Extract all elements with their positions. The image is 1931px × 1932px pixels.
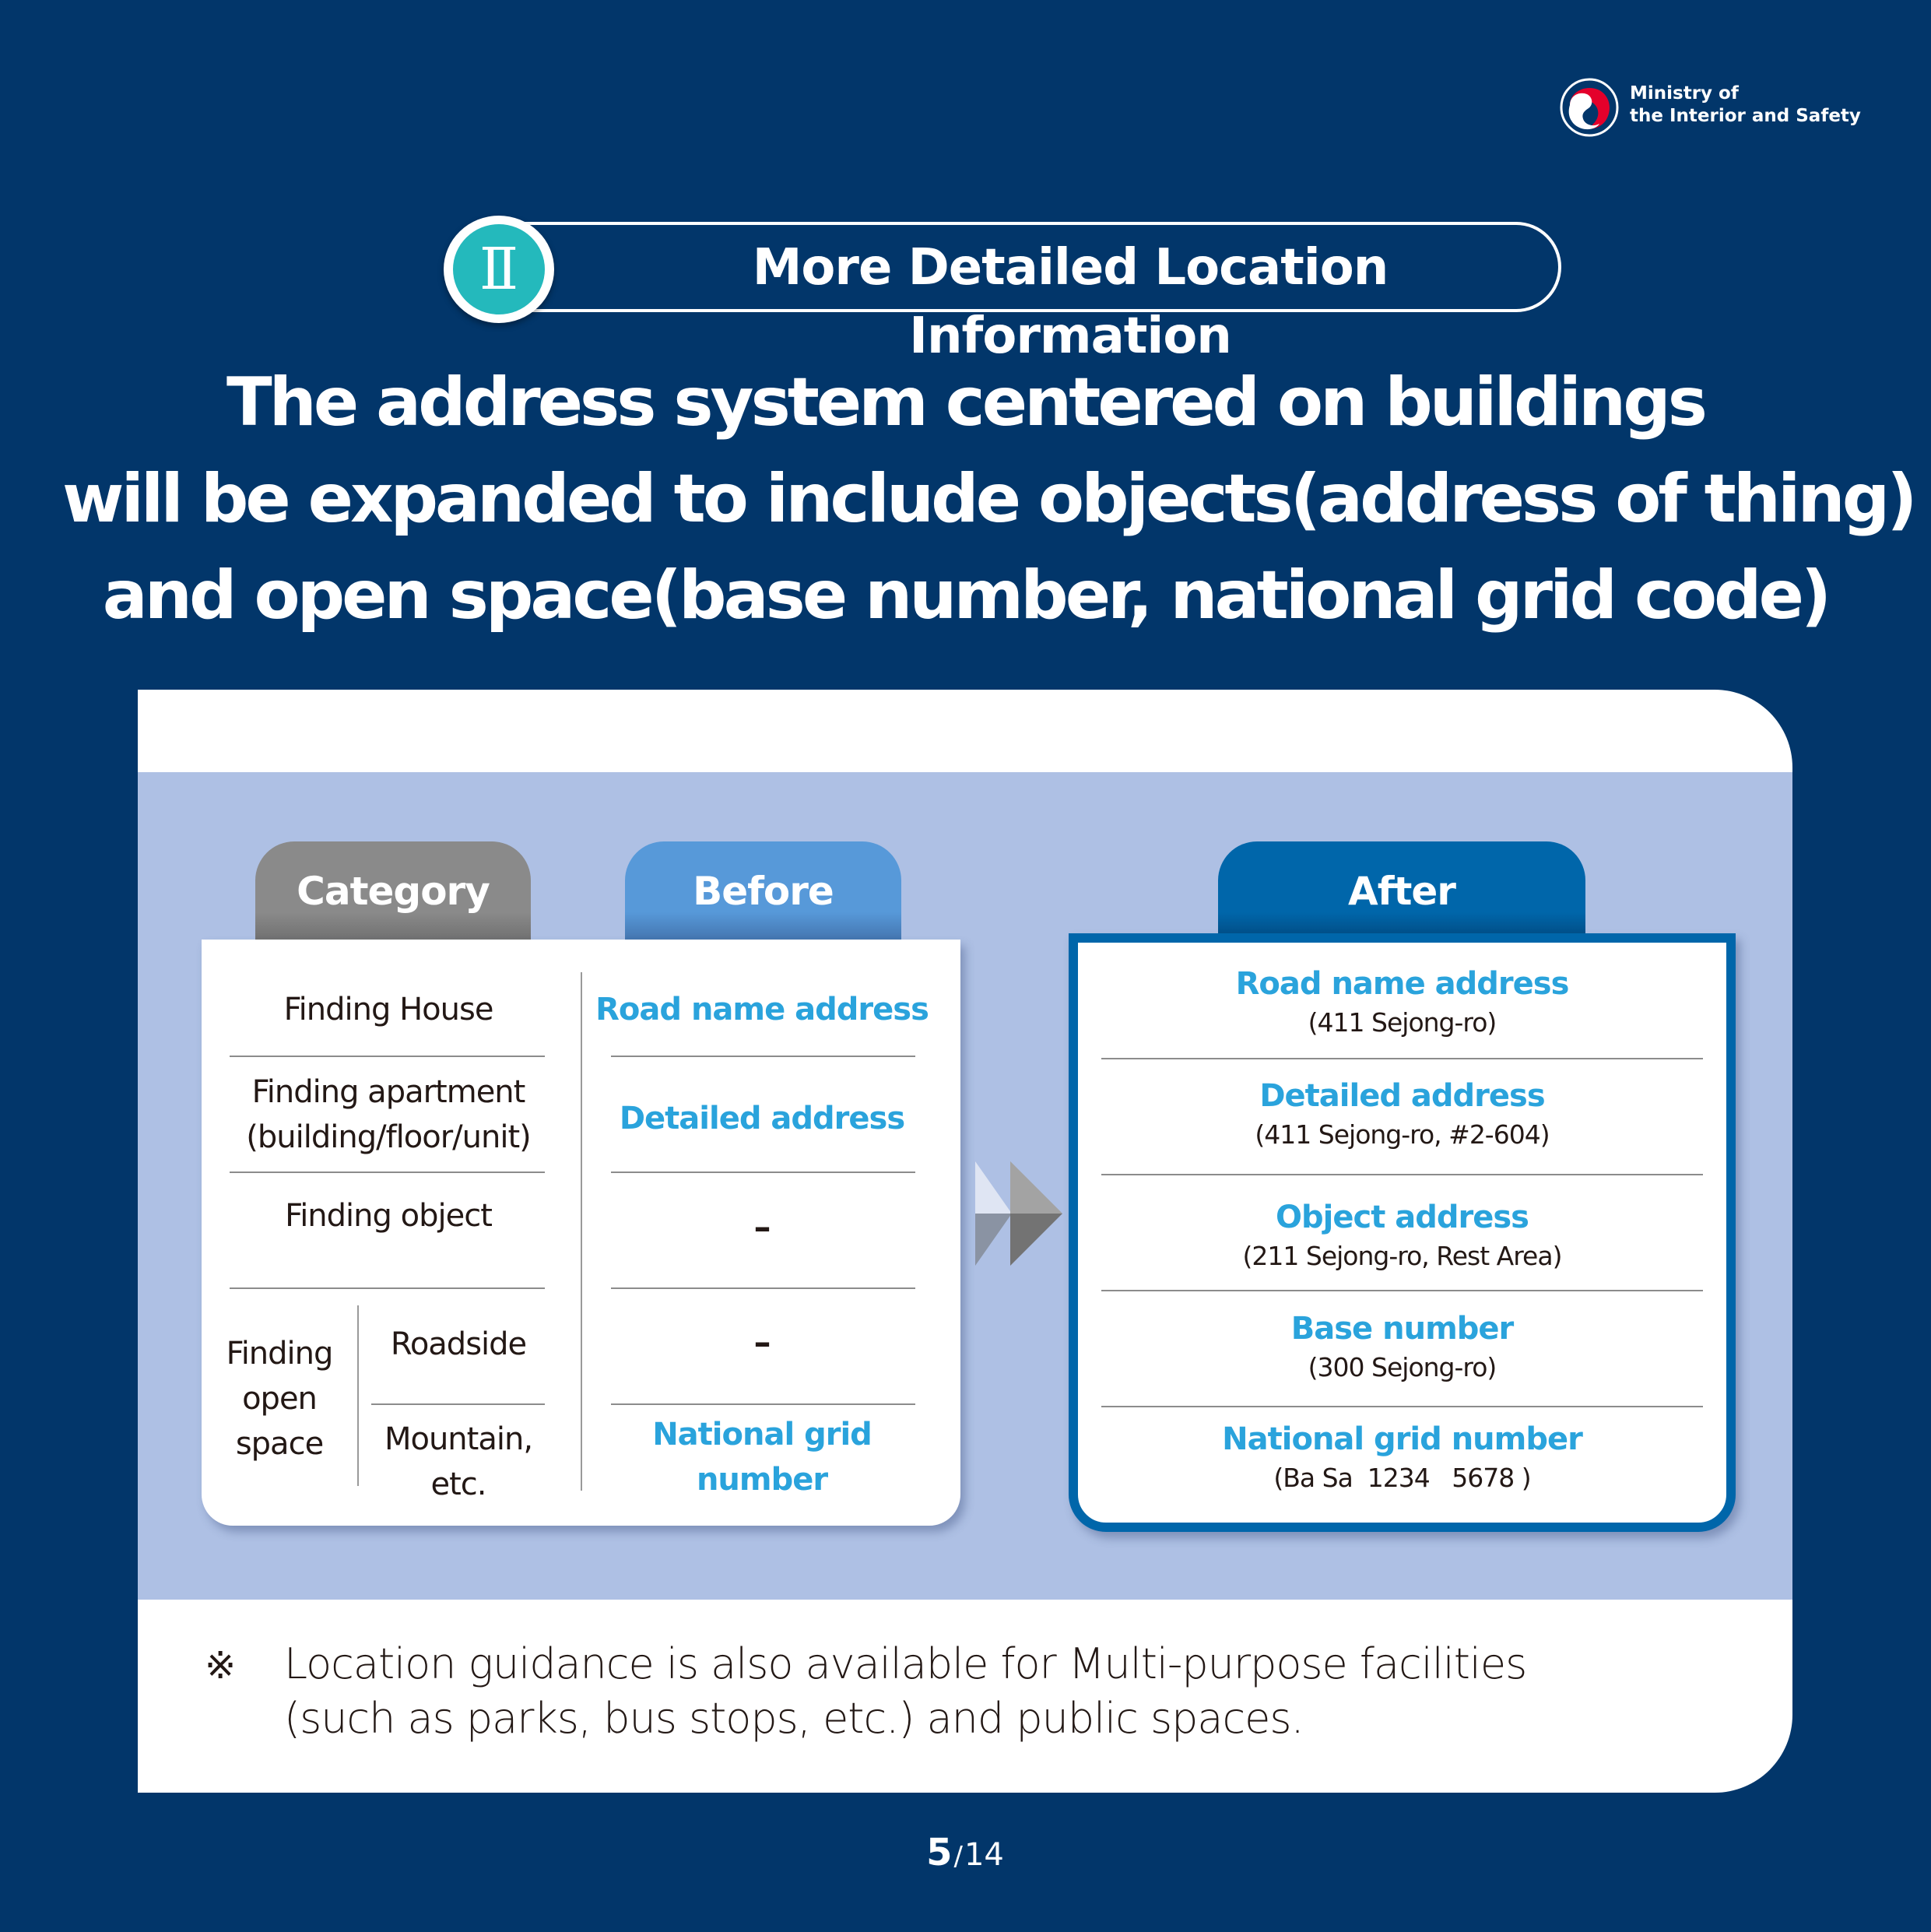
row-divider	[371, 1403, 545, 1405]
after-item-title: Object address	[1276, 1200, 1529, 1235]
after-item-title: Detailed address	[1259, 1078, 1545, 1114]
ministry-name-line1: Ministry of	[1630, 83, 1739, 104]
category-apartment-line1: Finding apartment	[251, 1074, 526, 1110]
row-divider	[611, 1171, 915, 1173]
before-mountain: National grid number	[652, 1417, 872, 1498]
headline-line-3: and open space(base number, national gri…	[102, 557, 1831, 634]
after-item-title: National grid number	[1222, 1421, 1583, 1457]
category-open-space: Finding open space	[202, 1305, 357, 1492]
headline-line-2: will be expanded to include objects(addr…	[62, 460, 1918, 538]
after-item-road-name: Road name address (411 Sejong-ro)	[1078, 964, 1726, 1042]
row-divider	[1101, 1058, 1703, 1059]
after-table: Road name address (411 Sejong-ro) Detail…	[1069, 933, 1736, 1532]
section-number-badge: Ⅱ	[444, 216, 554, 323]
before-roadside: –	[753, 1323, 771, 1362]
after-item-object: Object address (211 Sejong-ro, Rest Area…	[1078, 1197, 1726, 1275]
after-item-example: (300 Sejong-ro)	[1308, 1352, 1497, 1382]
category-open-space-line1: Finding	[226, 1336, 334, 1372]
category-open-space-line3: space	[235, 1426, 324, 1462]
category-apartment-line2: (building/floor/unit)	[246, 1119, 531, 1155]
header-tab-category: Category	[255, 841, 531, 943]
row-divider	[230, 1056, 545, 1057]
after-item-example: (411 Sejong-ro, #2-604)	[1255, 1119, 1550, 1150]
footnote-line1: Location guidance is also available for …	[284, 1639, 1527, 1688]
category-mountain: Mountain, etc.	[357, 1411, 560, 1512]
after-item-example: (Ba Sa 1234 5678 )	[1273, 1463, 1531, 1493]
after-item-example: (411 Sejong-ro)	[1308, 1007, 1497, 1038]
reference-mark-icon: ※	[205, 1644, 237, 1688]
before-house: Road name address	[595, 992, 929, 1027]
category-mountain-line2: etc.	[430, 1467, 487, 1502]
taegeuk-emblem-icon	[1560, 78, 1619, 137]
row-divider	[611, 1403, 915, 1405]
footnote-line2: (such as parks, bus stops, etc.) and pub…	[284, 1694, 1304, 1743]
before-apartment: Detailed address	[619, 1101, 905, 1136]
row-divider	[1101, 1174, 1703, 1175]
headline-line-1: The address system centered on buildings	[226, 364, 1708, 441]
after-item-example: (211 Sejong-ro, Rest Area)	[1242, 1241, 1563, 1271]
row-divider	[611, 1056, 915, 1057]
after-item-base-number: Base number (300 Sejong-ro)	[1078, 1308, 1726, 1386]
row-divider	[611, 1287, 915, 1289]
category-apartment: Finding apartment (building/floor/unit)	[202, 1064, 575, 1165]
ministry-name-line2: the Interior and Safety	[1630, 106, 1861, 126]
ministry-name: Ministry of the Interior and Safety	[1630, 83, 1861, 128]
page-current: 5	[926, 1831, 953, 1874]
headline: The address system centered on buildings…	[62, 354, 1918, 644]
category-roadside: Roadside	[390, 1326, 527, 1362]
before-object: –	[753, 1207, 771, 1247]
before-table: Finding House Finding apartment (buildin…	[202, 940, 960, 1526]
section-title: More Detailed Location Information	[752, 239, 1389, 365]
double-chevron-right-icon	[975, 1161, 1062, 1266]
category-open-space-line2: open	[242, 1381, 318, 1417]
row-divider	[1101, 1406, 1703, 1407]
category-object: Finding object	[285, 1198, 493, 1234]
section-number: Ⅱ	[453, 224, 545, 314]
page-separator: /	[953, 1841, 963, 1872]
row-divider	[230, 1287, 545, 1289]
category-house: Finding House	[283, 992, 494, 1027]
page-indicator: 5/14	[887, 1831, 1043, 1874]
category-mountain-line1: Mountain,	[384, 1421, 533, 1457]
row-divider	[230, 1171, 545, 1173]
after-item-national-grid: National grid number (Ba Sa 1234 5678 )	[1078, 1419, 1726, 1497]
after-item-title: Base number	[1290, 1311, 1514, 1347]
after-item-detailed: Detailed address (411 Sejong-ro, #2-604)	[1078, 1076, 1726, 1154]
after-item-title: Road name address	[1235, 966, 1570, 1002]
header-tab-before: Before	[625, 841, 901, 943]
page-total: 14	[964, 1837, 1004, 1873]
header-tab-after: After	[1218, 841, 1585, 943]
column-divider	[581, 972, 582, 1491]
footnote: Location guidance is also available for …	[284, 1637, 1527, 1746]
row-divider	[1101, 1290, 1703, 1291]
